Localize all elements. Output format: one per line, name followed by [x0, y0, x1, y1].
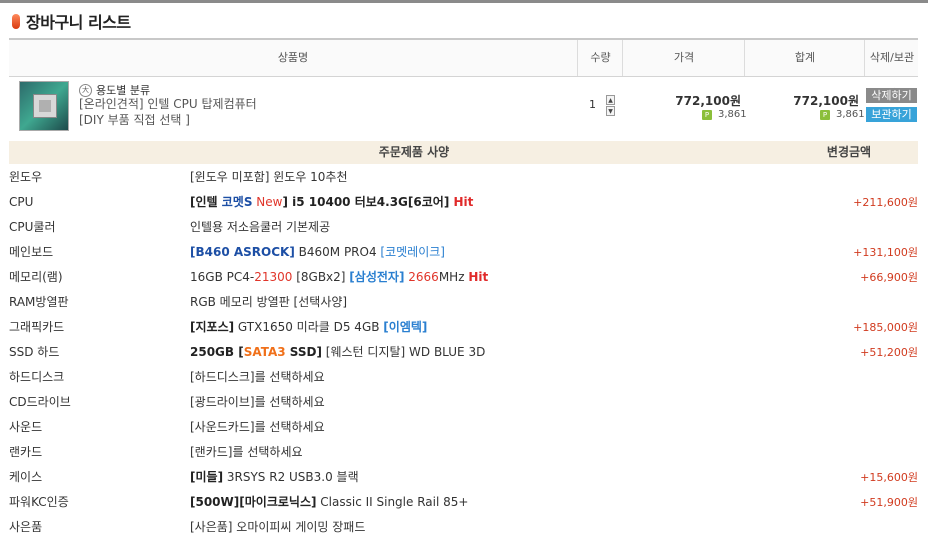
- spec-row-ramheat: RAM방열판 RGB 메모리 방열판 [선택사양]: [9, 290, 918, 315]
- spec-value: [지포스] GTX1650 미라클 D5 4GB [이엠텍]: [190, 320, 428, 334]
- quantity-stepper[interactable]: ▲ ▼: [606, 95, 615, 117]
- page-title: 장바구니 리스트: [26, 13, 131, 32]
- spec-amount: +131,100원: [853, 246, 918, 259]
- spec-value: 16GB PC4-21300 [8GBx2] [삼성전자] 2666MHz Hi…: [190, 270, 489, 284]
- spec-value: [랜카드]를 선택하세요: [190, 445, 303, 459]
- spec-row-case: 케이스 [미들] 3RSYS R2 USB3.0 블랙 +15,600원: [9, 465, 918, 490]
- quantity-value[interactable]: 1: [589, 98, 596, 111]
- spec-label: 그래픽카드: [9, 320, 65, 334]
- spec-row-mainboard: 메인보드 [B460 ASROCK] B460M PRO4 [코멧레이크] +1…: [9, 240, 918, 265]
- product-name-line2: [DIY 부품 직접 선택 ]: [79, 113, 190, 127]
- spec-label: RAM방열판: [9, 295, 69, 309]
- spec-row-gpu: 그래픽카드 [지포스] GTX1650 미라클 D5 4GB [이엠텍] +18…: [9, 315, 918, 340]
- spec-label: 케이스: [9, 470, 43, 484]
- cart-item-row: 大 용도별 분류 [온라인견적] 인텔 CPU 탑제컴퓨터 [DIY 부품 직접…: [9, 76, 918, 136]
- spec-header-title: 주문제품 사양: [378, 145, 450, 159]
- header-actions: 삭제/보관함: [864, 40, 919, 100]
- spec-row-gift: 사은품 [사은품] 오마이피씨 게이밍 장패드: [9, 515, 918, 540]
- product-name[interactable]: [온라인견적] 인텔 CPU 탑제컴퓨터 [DIY 부품 직접 선택 ]: [79, 96, 257, 128]
- header-total: 합계: [744, 40, 865, 76]
- point-icon: P: [820, 109, 830, 120]
- spec-label: 파워KC인증: [9, 495, 69, 509]
- spec-row-cpu: CPU [인텔 코멧S New] i5 10400 터보4.3G[6코어] Hi…: [9, 190, 918, 215]
- spec-label: 랜카드: [9, 445, 43, 459]
- spec-label: SSD 하드: [9, 345, 60, 359]
- category-icon: 大: [79, 83, 92, 97]
- top-border: [0, 0, 928, 3]
- spec-value: [미들] 3RSYS R2 USB3.0 블랙: [190, 470, 359, 484]
- spec-row-ssd: SSD 하드 250GB [SATA3 SSD] [웨스턴 디지탈] WD BL…: [9, 340, 918, 365]
- spec-row-psu: 파워KC인증 [500W][마이크로닉스] Classic II Single …: [9, 490, 918, 515]
- spec-value: [광드라이브]를 선택하세요: [190, 395, 325, 409]
- spec-value: [인텔 코멧S New] i5 10400 터보4.3G[6코어] Hit: [190, 195, 474, 209]
- spec-row-memory: 메모리(램) 16GB PC4-21300 [8GBx2] [삼성전자] 266…: [9, 265, 918, 290]
- spec-value: [500W][마이크로닉스] Classic II Single Rail 85…: [190, 495, 469, 509]
- spec-label: CPU: [9, 195, 34, 209]
- total-points: P 3,861: [820, 109, 865, 120]
- spec-value: [사은품] 오마이피씨 게이밍 장패드: [190, 520, 366, 534]
- spec-row-cooler: CPU쿨러 인텔용 저소음쿨러 기본제공: [9, 215, 918, 240]
- product-name-line1: [온라인견적] 인텔 CPU 탑제컴퓨터: [79, 97, 257, 111]
- spec-row-os: 윈도우 [윈도우 미포함] 윈도우 10추천: [9, 165, 918, 190]
- header-product: 상품명: [277, 51, 309, 64]
- delete-button[interactable]: 삭제하기: [866, 88, 917, 103]
- cart-bullet-icon: [12, 13, 20, 29]
- spec-row-sound: 사운드 [사운드카드]를 선택하세요: [9, 415, 918, 440]
- total-price: 772,100원: [793, 94, 859, 108]
- spec-label: 메인보드: [9, 245, 54, 259]
- point-icon: P: [702, 109, 712, 120]
- spec-row-odd: CD드라이브 [광드라이브]를 선택하세요: [9, 390, 918, 415]
- spec-header-change: 변경금액: [826, 145, 872, 159]
- cart-table-header: 상품명 수량 가격 합계 삭제/보관함: [9, 38, 919, 100]
- spec-row-lan: 랜카드 [랜카드]를 선택하세요: [9, 440, 918, 465]
- spec-list: 윈도우 [윈도우 미포함] 윈도우 10추천 CPU [인텔 코멧S New] …: [9, 165, 918, 540]
- spec-label: 하드디스크: [9, 370, 65, 384]
- spec-value: 250GB [SATA3 SSD] [웨스턴 디지탈] WD BLUE 3D: [190, 345, 486, 359]
- spec-value: [하드디스크]를 선택하세요: [190, 370, 325, 384]
- total-points-value: 3,861: [836, 109, 865, 120]
- spec-amount: +51,200원: [860, 346, 918, 359]
- spec-label: 사운드: [9, 420, 43, 434]
- spec-amount: +51,900원: [860, 496, 918, 509]
- spec-label: CD드라이브: [9, 395, 71, 409]
- spec-amount: +185,000원: [853, 321, 918, 334]
- header-quantity: 수량: [577, 40, 623, 76]
- spec-value: 인텔용 저소음쿨러 기본제공: [190, 220, 331, 234]
- spec-row-hdd: 하드디스크 [하드디스크]를 선택하세요: [9, 365, 918, 390]
- page-header: 장바구니 리스트: [12, 11, 131, 32]
- spec-label: CPU쿨러: [9, 220, 56, 234]
- price-points: P 3,861: [702, 109, 747, 120]
- spec-value: [B460 ASROCK] B460M PRO4 [코멧레이크]: [190, 245, 445, 259]
- product-thumbnail[interactable]: [19, 81, 69, 131]
- header-price: 가격: [622, 40, 745, 76]
- spec-label: 윈도우: [9, 170, 43, 184]
- spec-label: 메모리(램): [9, 270, 63, 284]
- spec-amount: +211,600원: [853, 196, 918, 209]
- cpu-chip-icon: [33, 94, 57, 118]
- spec-amount: +66,900원: [860, 271, 918, 284]
- quantity-up-icon[interactable]: ▲: [606, 95, 615, 105]
- spec-value: [윈도우 미포함] 윈도우 10추천: [190, 170, 348, 184]
- spec-header: 주문제품 사양 변경금액: [9, 141, 918, 164]
- spec-label: 사은품: [9, 520, 43, 534]
- spec-amount: +15,600원: [860, 471, 918, 484]
- keep-button[interactable]: 보관하기: [866, 107, 917, 122]
- price-points-value: 3,861: [718, 109, 747, 120]
- quantity-down-icon[interactable]: ▼: [606, 106, 615, 116]
- spec-value: RGB 메모리 방열판 [선택사양]: [190, 295, 348, 309]
- unit-price: 772,100원: [675, 94, 741, 108]
- spec-value: [사운드카드]를 선택하세요: [190, 420, 325, 434]
